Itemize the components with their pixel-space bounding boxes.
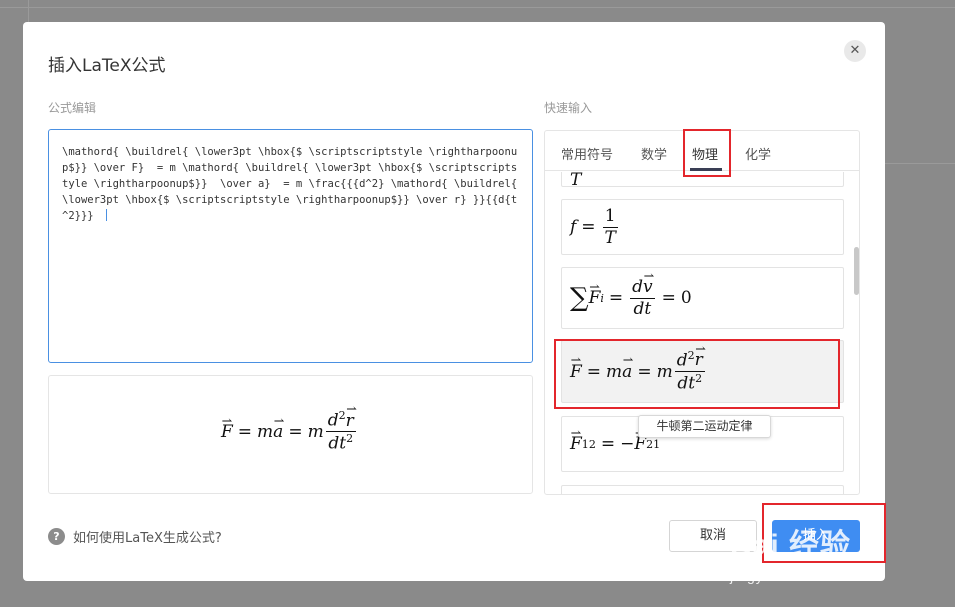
text-caret: [105, 209, 107, 221]
tab-chemistry[interactable]: 化学: [745, 144, 771, 163]
formula-tooltip: 牛顿第二运动定律: [638, 415, 771, 438]
tab-common-symbols[interactable]: 常用符号: [561, 144, 613, 163]
quick-input-label: 快速输入: [544, 101, 593, 115]
question-icon: ?: [48, 528, 65, 545]
watermark-main: Bai 经验: [730, 529, 852, 562]
formula-list: T f=1T ∑Fi=dvdt=0 F=ma=md2rdt2 F12=−F21: [545, 172, 859, 494]
formula-preview: F=ma=md2rdt2: [48, 375, 533, 494]
watermark-url: jingyan.baidu.com: [730, 568, 860, 584]
active-tab-indicator: [690, 168, 722, 171]
formula-item[interactable]: T: [561, 172, 844, 190]
backdrop-edge: [885, 163, 955, 164]
formula-item[interactable]: [561, 485, 844, 494]
dialog-title: 插入LaTeX公式: [48, 56, 166, 76]
tab-physics[interactable]: 物理: [692, 144, 718, 163]
backdrop-edge: [0, 7, 955, 8]
formula-source: \mathord{ \buildrel{ \lower3pt \hbox{$ \…: [62, 146, 524, 222]
close-icon[interactable]: ✕: [844, 40, 866, 62]
tab-math[interactable]: 数学: [641, 144, 667, 163]
formula-editor[interactable]: \mathord{ \buildrel{ \lower3pt \hbox{$ \…: [48, 129, 533, 363]
help-text: 如何使用LaTeX生成公式?: [73, 531, 222, 546]
preview-formula: F=ma=md2rdt2: [221, 404, 358, 454]
editor-label: 公式编辑: [48, 101, 97, 115]
baidu-watermark: Bai 经验 jingyan.baidu.com: [730, 520, 860, 584]
formula-item-newton[interactable]: F=ma=md2rdt2: [561, 340, 844, 403]
scrollbar-thumb[interactable]: [854, 247, 859, 295]
formula-item[interactable]: f = 1 T: [561, 199, 844, 255]
help-link[interactable]: ? 如何使用LaTeX生成公式?: [48, 527, 222, 546]
category-tabs: 常用符号 数学 物理 化学: [545, 131, 859, 171]
formula-item[interactable]: ∑Fi=dvdt=0: [561, 267, 844, 329]
latex-dialog: 插入LaTeX公式 ✕ 公式编辑 快速输入 \mathord{ \buildre…: [23, 22, 885, 581]
backdrop-edge: [28, 0, 29, 22]
quick-input-panel: 常用符号 数学 物理 化学 T f=1T ∑Fi=dvdt=0 F=ma=md2…: [544, 130, 860, 495]
